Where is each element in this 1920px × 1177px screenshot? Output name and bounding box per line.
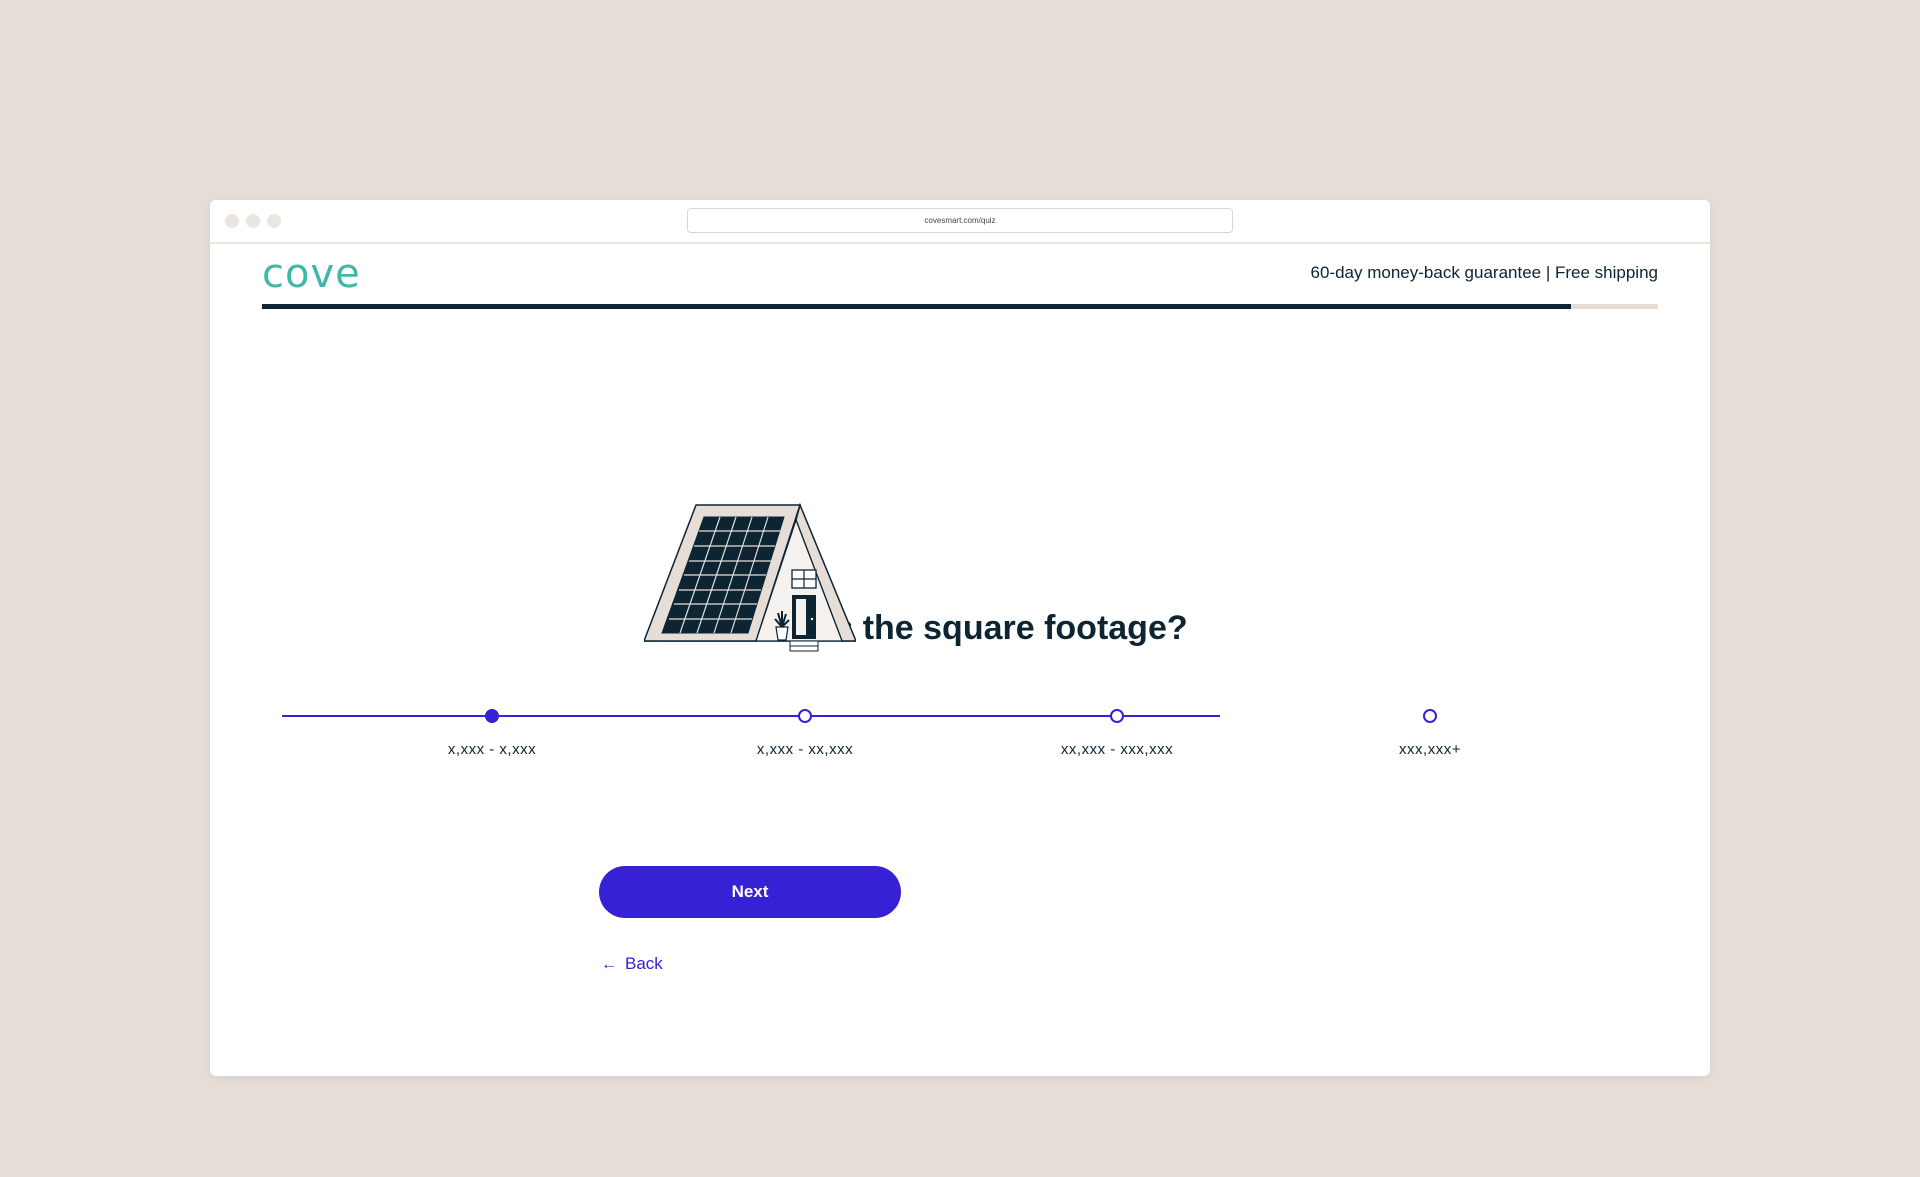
square-footage-slider[interactable]: x,xxx - x,xxx x,xxx - xx,xxx xx,xxx - xxx,… [0, 700, 1500, 770]
back-link-label: Back [625, 954, 663, 973]
browser-chrome: covesmart.com/quiz [210, 200, 1710, 244]
address-bar[interactable]: covesmart.com/quiz [687, 208, 1233, 233]
slider-stop-4[interactable] [1423, 709, 1437, 723]
browser-window: covesmart.com/quiz cove 60-day money-bac… [210, 200, 1710, 1076]
question-title: What is the square footage? [732, 609, 1188, 647]
arrow-left-icon: ← [601, 956, 617, 973]
quiz-progress-fill [262, 304, 1571, 309]
slider-option-label-4[interactable]: xxx,xxx+ [1330, 741, 1530, 758]
next-button[interactable]: Next [599, 866, 901, 918]
back-link[interactable]: ← Back [601, 953, 663, 976]
window-maximize-dot[interactable] [267, 214, 281, 228]
cove-logo[interactable]: cove [262, 252, 361, 296]
window-close-dot[interactable] [225, 214, 239, 228]
slider-stop-1[interactable] [485, 709, 499, 723]
slider-stop-3[interactable] [1110, 709, 1124, 723]
slider-option-label-3[interactable]: xx,xxx - xxx,xxx [1017, 741, 1217, 758]
house-solar-panel-illustration [644, 502, 856, 652]
guarantee-text: 60-day money-back guarantee | Free shipp… [1310, 263, 1658, 282]
slider-stop-2[interactable] [798, 709, 812, 723]
window-minimize-dot[interactable] [246, 214, 260, 228]
slider-option-label-2[interactable]: x,xxx - xx,xxx [705, 741, 905, 758]
slider-track[interactable] [282, 715, 1220, 717]
slider-option-label-1[interactable]: x,xxx - x,xxx [392, 741, 592, 758]
quiz-progress-bar [262, 304, 1658, 309]
